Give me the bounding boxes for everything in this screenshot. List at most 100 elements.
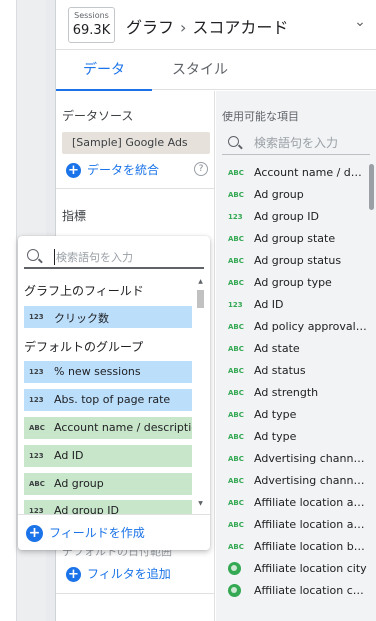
field-name: Advertising channel s... [254,452,368,465]
picker-field-item[interactable]: 123 クリック数 [24,306,192,328]
picker-field-item[interactable]: 123 % new sessions [24,361,192,383]
text-type-icon: ABC [228,411,244,419]
available-field-item[interactable]: ABC Ad policy approval sta... [216,316,368,338]
text-type-icon: ABC [228,279,244,287]
field-name: Ad group [254,188,304,201]
available-field-item[interactable]: ABC Advertising channel ty... [216,470,368,492]
text-type-icon: ABC [228,499,244,507]
breadcrumb-current: スコアカード [192,18,289,37]
field-name: Abs. top of page rate [54,393,171,406]
picker-field-item[interactable]: ABC Ad group [24,473,192,495]
available-field-item[interactable]: ABC Ad type [216,404,368,426]
create-field-label: フィールドを作成 [49,526,145,540]
field-name: Ad policy approval sta... [254,320,368,333]
search-input[interactable]: 検索語句を入力 [254,134,338,151]
fields-scrollbar[interactable] [369,164,374,210]
chip-label: Sessions [74,11,109,20]
field-name: Ad state [254,342,300,355]
available-field-item[interactable]: 123 Ad group ID [216,206,368,228]
available-field-item[interactable]: ABC Account name / descr... [216,162,368,184]
search-icon [27,249,39,261]
available-field-item[interactable]: ABC Ad group type [216,272,368,294]
field-name: Ad status [254,364,306,377]
chart-type-chip[interactable]: Sessions 69.3K [68,7,115,43]
available-fields-column: 使用可能な項目 検索語句を入力 ABC Account name / descr.… [216,91,376,621]
field-name: Affiliate location addr... [254,496,368,509]
globe-icon [228,562,241,575]
scroll-down-icon[interactable]: ▼ [196,500,205,508]
add-filter-button[interactable]: + フィルタを追加 [66,565,171,582]
field-picker-popup: 検索語句を入力 グラフ上のフィールド 123 クリック数 デフォルトのグループ … [18,236,210,550]
available-field-item[interactable]: ABC Ad group state [216,228,368,250]
field-name: Ad type [254,408,297,421]
field-name: Ad ID [54,449,84,462]
available-field-item[interactable]: ABC Ad state [216,338,368,360]
picker-footer: + フィールドを作成 [18,514,210,550]
number-type-icon: 123 [29,452,44,460]
add-icon: + [66,567,81,582]
available-field-item[interactable]: ABC Ad group [216,184,368,206]
available-field-item[interactable]: ABC Ad strength [216,382,368,404]
field-name: Ad group state [254,232,336,245]
chevron-right-icon: › [180,18,187,37]
text-type-icon: ABC [228,191,244,199]
text-type-icon: ABC [228,323,244,331]
tab-style[interactable]: スタイル [152,50,248,90]
available-fields-title: 使用可能な項目 [222,110,299,123]
data-source-chip[interactable]: [Sample] Google Ads [62,132,210,154]
available-field-item[interactable]: ABC Ad group status [216,250,368,272]
add-icon: + [66,163,81,178]
text-type-icon: ABC [29,424,45,432]
number-type-icon: 123 [29,313,44,321]
tab-data[interactable]: データ [56,50,152,91]
field-name: Ad ID [254,298,284,311]
picker-field-item[interactable]: 123 Ad ID [24,445,192,467]
panel-tabs: データ スタイル [56,50,376,91]
field-name: Affiliate location busi... [254,540,368,553]
number-type-icon: 123 [29,396,44,404]
default-group-title: デフォルトのグループ [24,340,144,354]
field-name: Affiliate location city [254,562,367,575]
picker-scrollbar[interactable]: ▲ ▼ [196,278,205,508]
field-name: Ad group status [254,254,342,267]
available-field-item[interactable]: Affiliate location city [216,558,368,580]
chevron-down-icon[interactable]: ⌄ [350,14,370,30]
scroll-thumb[interactable] [197,290,204,308]
text-type-icon: ABC [228,345,244,353]
text-type-icon: ABC [228,389,244,397]
text-type-icon: ABC [228,455,244,463]
report-page [0,0,17,621]
field-search-input[interactable]: 検索語句を入力 [54,249,133,265]
blend-data-label: データを統合 [87,163,160,177]
text-type-icon: ABC [228,235,244,243]
field-name: クリック数 [54,312,109,325]
search-icon [228,136,239,147]
available-field-item[interactable]: ABC Advertising channel s... [216,448,368,470]
available-field-item[interactable]: ABC Affiliate location addr... [216,514,368,536]
number-type-icon: 123 [29,368,44,376]
help-icon[interactable]: ? [194,162,208,176]
picker-field-item[interactable]: ABC Account name / description [24,417,192,439]
available-field-item[interactable]: ABC Affiliate location busi... [216,536,368,558]
field-name: Affiliate location addr... [254,518,368,531]
picker-field-item[interactable]: 123 Abs. top of page rate [24,389,192,411]
available-fields-search[interactable]: 検索語句を入力 [222,131,370,155]
field-name: Ad strength [254,386,319,399]
breadcrumb-parent: グラフ [126,18,175,37]
text-type-icon: ABC [228,367,244,375]
field-name: Account name / descr... [254,166,368,179]
field-name: Advertising channel ty... [254,474,368,487]
scroll-up-icon[interactable]: ▲ [196,278,205,286]
field-picker-search[interactable]: 検索語句を入力 [24,245,204,269]
available-field-item[interactable]: ABC Ad status [216,360,368,382]
blend-data-button[interactable]: + データを統合 [66,161,159,179]
available-field-item[interactable]: Affiliate location coun... [216,580,368,602]
available-field-item[interactable]: 123 Ad ID [216,294,368,316]
field-name: Ad group ID [254,210,319,223]
section-divider [56,593,215,594]
chart-fields-group-title: グラフ上のフィールド [24,284,144,298]
available-field-item[interactable]: ABC Ad type [216,426,368,448]
available-field-item[interactable]: ABC Affiliate location addr... [216,492,368,514]
text-type-icon: ABC [228,477,244,485]
create-field-button[interactable]: + フィールドを作成 [26,524,145,542]
